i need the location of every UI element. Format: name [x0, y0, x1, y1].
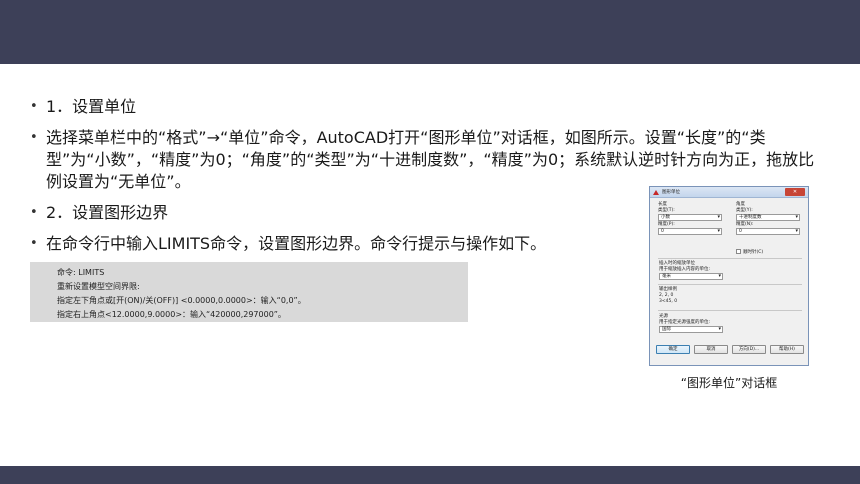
dialog-button-row: 确定 取消 方向(D)... 帮助(H)	[656, 345, 806, 354]
length-precision-select[interactable]: 0	[658, 228, 722, 235]
header-bar	[0, 0, 860, 64]
sample-line: 3<45, 0	[659, 299, 678, 304]
checkbox-icon	[736, 249, 741, 254]
clockwise-label: 顺时针(C)	[743, 250, 764, 255]
bullet-text: 1．设置单位	[46, 97, 137, 116]
divider	[658, 258, 802, 259]
help-button[interactable]: 帮助(H)	[770, 345, 804, 354]
length-group: 长度 类型(T): 小数 精度(P): 0	[658, 202, 722, 236]
command-line: 重新设置模型空间界限:	[57, 282, 140, 291]
clockwise-checkbox[interactable]: 顺时针(C)	[736, 249, 763, 256]
angle-group: 角度 类型(Y): 十进制度数 精度(N): 0	[736, 202, 800, 236]
lighting-units-select[interactable]: 国际	[659, 326, 723, 333]
direction-button[interactable]: 方向(D)...	[732, 345, 766, 354]
divider	[658, 284, 802, 285]
command-line: 命令: LIMITS	[57, 268, 105, 277]
lighting-group: 光源 用于指定光源强度的单位: 国际	[659, 314, 723, 334]
cancel-button[interactable]: 取消	[694, 345, 728, 354]
bullet-text: 选择菜单栏中的“格式”→“单位”命令，AutoCAD打开“图形单位”对话框，如图…	[46, 128, 815, 191]
insertion-group: 插入时的缩放单位 用于缩放插入内容的单位: 毫米	[659, 261, 723, 281]
bullet-item: 1．设置单位	[30, 96, 830, 118]
figure-caption: “图形单位”对话框	[680, 376, 778, 390]
command-output-box: 命令: LIMITS 重新设置模型空间界限: 指定左下角点或[开(ON)/关(O…	[30, 262, 468, 322]
command-line: 指定右上角点<12.0000,9.0000>：输入“420000,297000”…	[57, 310, 286, 319]
dialog-title-bar: 图形单位 ✕	[650, 187, 808, 198]
units-dialog-screenshot: 图形单位 ✕ 长度 类型(T): 小数 精度(P): 0 角度 类型(Y): 十…	[649, 186, 809, 366]
angle-type-select[interactable]: 十进制度数	[736, 214, 800, 221]
footer-bar	[0, 466, 860, 484]
close-icon[interactable]: ✕	[785, 188, 805, 196]
sample-group: 输出样例 2, 2, 0 3<45, 0	[659, 287, 677, 305]
length-type-select[interactable]: 小数	[658, 214, 722, 221]
ok-button[interactable]: 确定	[656, 345, 690, 354]
command-line: 指定左下角点或[开(ON)/关(OFF)] <0.0000,0.0000>：输入…	[57, 296, 306, 305]
bullet-item: 选择菜单栏中的“格式”→“单位”命令，AutoCAD打开“图形单位”对话框，如图…	[30, 127, 820, 193]
angle-precision-select[interactable]: 0	[736, 228, 800, 235]
dialog-title: 图形单位	[662, 190, 680, 195]
insertion-units-select[interactable]: 毫米	[659, 273, 723, 280]
divider	[658, 310, 802, 311]
autocad-icon	[653, 190, 659, 195]
